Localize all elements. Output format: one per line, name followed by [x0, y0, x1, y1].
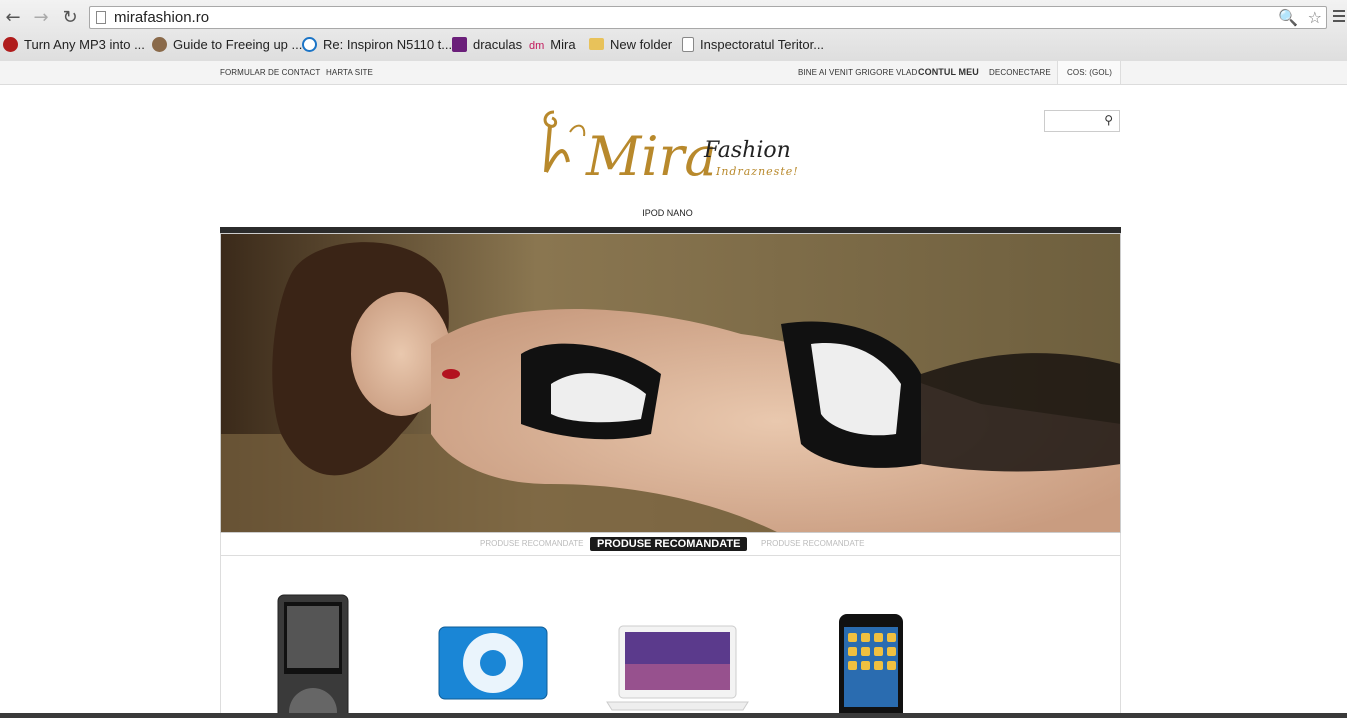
contact-form-link[interactable]: FORMULAR DE CONTACT: [220, 68, 320, 77]
bookmark-item[interactable]: draculas: [452, 37, 522, 52]
forward-button[interactable]: →: [30, 7, 52, 29]
product-ipod-shuffle[interactable]: [438, 626, 548, 700]
bookmark-item[interactable]: dm Mira: [529, 37, 576, 52]
bookmarks-bar: Turn Any MP3 into ... Guide to Freeing u…: [0, 34, 1347, 58]
chrome-menu-icon[interactable]: [1333, 10, 1345, 25]
site-logo[interactable]: Mira Fashion Indrazneste!: [536, 102, 816, 188]
bookmark-item[interactable]: Guide to Freeing up ...: [152, 37, 302, 52]
hero-banner[interactable]: [220, 233, 1121, 533]
bookmark-item[interactable]: Re: Inspiron N5110 t...: [302, 37, 452, 52]
person-icon: [152, 37, 167, 52]
address-bar[interactable]: mirafashion.ro 🔍 ☆: [89, 6, 1327, 29]
product-macbook[interactable]: [605, 624, 750, 714]
my-account-link[interactable]: CONTUL MEU: [918, 67, 979, 77]
search-icon[interactable]: 🔍: [1278, 8, 1298, 27]
logo-mira-text: Mira: [585, 125, 717, 182]
logo-tagline: Indrazneste!: [715, 165, 799, 178]
banner-image: [221, 234, 1120, 532]
os-taskbar: [0, 713, 1347, 718]
featured-tabs: PRODUSE RECOMANDATE PRODUSE RECOMANDATE …: [220, 533, 1121, 556]
logo-fashion-text: Fashion: [703, 138, 791, 163]
product-ipod-nano[interactable]: [277, 594, 349, 718]
nav-ipod-nano[interactable]: IPOD NANO: [600, 208, 735, 218]
site-search-input[interactable]: ⚲: [1044, 110, 1120, 132]
browser-chrome: ← → ↻ mirafashion.ro 🔍 ☆ Turn Any MP3 in…: [0, 0, 1347, 62]
bookmark-item[interactable]: Turn Any MP3 into ...: [3, 37, 145, 52]
bookmark-star-icon[interactable]: ☆: [1308, 8, 1322, 27]
product-grid: [220, 556, 1121, 718]
tab-featured-1[interactable]: PRODUSE RECOMANDATE: [480, 539, 583, 548]
page-icon: [682, 37, 694, 52]
tab-featured-2[interactable]: PRODUSE RECOMANDATE: [590, 537, 748, 551]
folder-icon: [589, 38, 604, 50]
product-ipod-touch[interactable]: [838, 613, 904, 718]
page-icon: [96, 11, 106, 24]
logout-link[interactable]: DECONECTARE: [989, 68, 1051, 77]
bookmark-item[interactable]: Inspectoratul Teritor...: [682, 37, 824, 52]
dell-icon: [302, 37, 317, 52]
url-text: mirafashion.ro: [114, 9, 210, 26]
welcome-text: BINE AI VENIT GRIGORE VLAD: [798, 68, 918, 77]
reload-button[interactable]: ↻: [59, 7, 81, 29]
tab-featured-3[interactable]: PRODUSE RECOMANDATE: [761, 539, 864, 548]
back-button[interactable]: ←: [2, 7, 24, 29]
site-top-bar: FORMULAR DE CONTACT HARTA SITE BINE AI V…: [0, 61, 1347, 85]
dm-icon: dm: [529, 40, 545, 52]
bookmark-item[interactable]: New folder: [589, 37, 672, 52]
cart-button[interactable]: COS: (GOL): [1057, 61, 1121, 84]
yahoo-icon: [452, 37, 467, 52]
cart-label: COS: (GOL): [1067, 68, 1113, 77]
sitemap-link[interactable]: HARTA SITE: [326, 68, 373, 77]
search-icon[interactable]: ⚲: [1104, 113, 1113, 127]
power-icon: [3, 37, 18, 52]
mira-logo-icon: Mira Fashion Indrazneste!: [543, 110, 799, 188]
